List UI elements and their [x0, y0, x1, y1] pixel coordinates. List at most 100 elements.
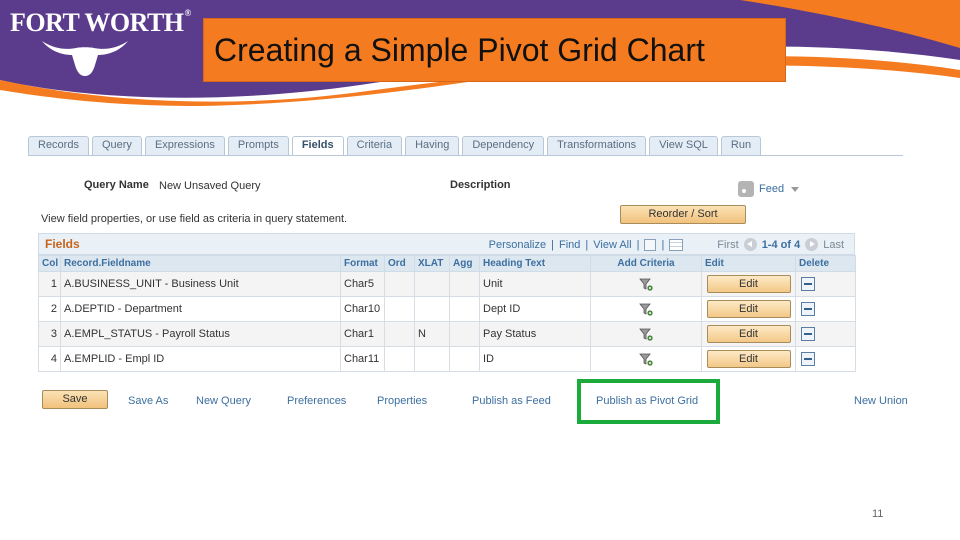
row-delete	[795, 271, 856, 297]
row-fieldname[interactable]: A.DEPTID - Department	[60, 296, 341, 322]
add-criteria-funnel-icon[interactable]	[639, 302, 653, 316]
col-header-fieldname: Record.Fieldname	[60, 255, 341, 272]
slide: FORT WORTH® Creating a Simple Pivot Grid…	[0, 0, 960, 540]
row-ord	[384, 296, 415, 322]
pivot-grid-highlight-box	[577, 379, 720, 424]
publish-as-feed-link[interactable]: Publish as Feed	[472, 395, 551, 407]
first-link[interactable]: First	[717, 239, 738, 251]
slide-title-box: Creating a Simple Pivot Grid Chart	[203, 18, 786, 82]
tab-query[interactable]: Query	[91, 136, 142, 156]
last-link[interactable]: Last	[823, 239, 844, 251]
preferences-link[interactable]: Preferences	[287, 395, 346, 407]
row-xlat	[414, 296, 450, 322]
row-format: Char11	[340, 346, 385, 372]
row-fieldname[interactable]: A.EMPL_STATUS - Payroll Status	[60, 321, 341, 347]
row-heading: Unit	[479, 271, 591, 297]
add-criteria-funnel-icon[interactable]	[639, 327, 653, 341]
tab-view-sql[interactable]: View SQL	[649, 136, 718, 156]
row-agg	[449, 271, 480, 297]
tab-criteria[interactable]: Criteria	[346, 136, 403, 156]
tab-prompts[interactable]: Prompts	[227, 136, 289, 156]
row-col: 4	[38, 346, 61, 372]
row-edit: Edit	[701, 346, 796, 372]
new-query-link[interactable]: New Query	[196, 395, 251, 407]
tab-having[interactable]: Having	[405, 136, 460, 156]
col-header-delete: Delete	[795, 255, 856, 272]
download-grid-icon[interactable]	[669, 238, 684, 251]
longhorn-icon	[42, 41, 128, 76]
previous-icon[interactable]	[743, 238, 757, 251]
delete-row-icon[interactable]	[801, 277, 815, 291]
add-criteria-funnel-icon[interactable]	[639, 352, 653, 366]
row-agg	[449, 321, 480, 347]
tab-dependency[interactable]: Dependency	[462, 136, 545, 156]
row-edit: Edit	[701, 321, 796, 347]
tab-records[interactable]: Records	[28, 136, 89, 156]
query-name-label: Query Name	[84, 179, 149, 191]
col-header-edit: Edit	[701, 255, 796, 272]
row-agg	[449, 296, 480, 322]
edit-button[interactable]: Edit	[706, 275, 791, 293]
row-delete	[795, 346, 856, 372]
row-delete	[795, 321, 856, 347]
description-label: Description	[450, 179, 511, 191]
tab-transformations[interactable]: Transformations	[547, 136, 647, 156]
table-row: 4 A.EMPLID - Empl ID Char11 ID Edit	[38, 346, 856, 372]
personalize-link[interactable]: Personalize	[489, 239, 546, 251]
table-row: 2 A.DEPTID - Department Char10 Dept ID E…	[38, 296, 856, 322]
row-xlat	[414, 271, 450, 297]
tab-fields[interactable]: Fields	[291, 136, 344, 156]
row-format: Char1	[340, 321, 385, 347]
row-xlat: N	[414, 321, 450, 347]
row-add-criteria	[590, 271, 702, 297]
tab-run[interactable]: Run	[720, 136, 762, 156]
delete-row-icon[interactable]	[801, 327, 815, 341]
slide-title: Creating a Simple Pivot Grid Chart	[214, 31, 705, 68]
edit-button[interactable]: Edit	[706, 350, 791, 368]
save-as-link[interactable]: Save As	[128, 395, 168, 407]
row-heading: ID	[479, 346, 591, 372]
delete-row-icon[interactable]	[801, 302, 815, 316]
row-add-criteria	[590, 321, 702, 347]
col-header-xlat: XLAT	[414, 255, 450, 272]
view-all-link[interactable]: View All	[593, 239, 631, 251]
row-fieldname[interactable]: A.EMPLID - Empl ID	[60, 346, 341, 372]
delete-row-icon[interactable]	[801, 352, 815, 366]
row-ord	[384, 321, 415, 347]
edit-button[interactable]: Edit	[706, 325, 791, 343]
feed-menu[interactable]: Feed	[738, 181, 800, 197]
grid-navigation: Personalize | Find | View All | | First …	[488, 238, 844, 251]
query-tabs: Records Query Expressions Prompts Fields…	[28, 136, 762, 156]
grid-title: Fields	[45, 237, 80, 251]
row-add-criteria	[590, 346, 702, 372]
reorder-sort-button[interactable]: Reorder / Sort	[620, 205, 746, 224]
col-header-ord: Ord	[384, 255, 415, 272]
properties-link[interactable]: Properties	[377, 395, 427, 407]
row-delete	[795, 296, 856, 322]
row-fieldname[interactable]: A.BUSINESS_UNIT - Business Unit	[60, 271, 341, 297]
new-window-icon[interactable]	[644, 238, 657, 251]
find-link[interactable]: Find	[559, 239, 580, 251]
row-col: 2	[38, 296, 61, 322]
col-header-format: Format	[340, 255, 385, 272]
grid-header: Fields Personalize | Find | View All | |…	[38, 233, 855, 255]
edit-button[interactable]: Edit	[706, 300, 791, 318]
fields-grid: Fields Personalize | Find | View All | |…	[38, 233, 856, 373]
rss-feed-icon	[738, 181, 754, 197]
new-union-link[interactable]: New Union	[854, 395, 908, 407]
instructions-text: View field properties, or use field as c…	[41, 213, 348, 225]
save-button[interactable]: Save	[42, 390, 108, 409]
next-icon[interactable]	[805, 238, 819, 251]
query-name-value: New Unsaved Query	[159, 180, 261, 192]
tab-expressions[interactable]: Expressions	[144, 136, 225, 156]
page-number: 11	[872, 508, 884, 520]
row-heading: Pay Status	[479, 321, 591, 347]
table-row: 1 A.BUSINESS_UNIT - Business Unit Char5 …	[38, 271, 856, 297]
col-header-heading-text: Heading Text	[479, 255, 591, 272]
col-header-col: Col	[38, 255, 61, 272]
row-edit: Edit	[701, 271, 796, 297]
row-col: 1	[38, 271, 61, 297]
chevron-down-icon	[791, 186, 800, 192]
add-criteria-funnel-icon[interactable]	[639, 277, 653, 291]
row-format: Char10	[340, 296, 385, 322]
